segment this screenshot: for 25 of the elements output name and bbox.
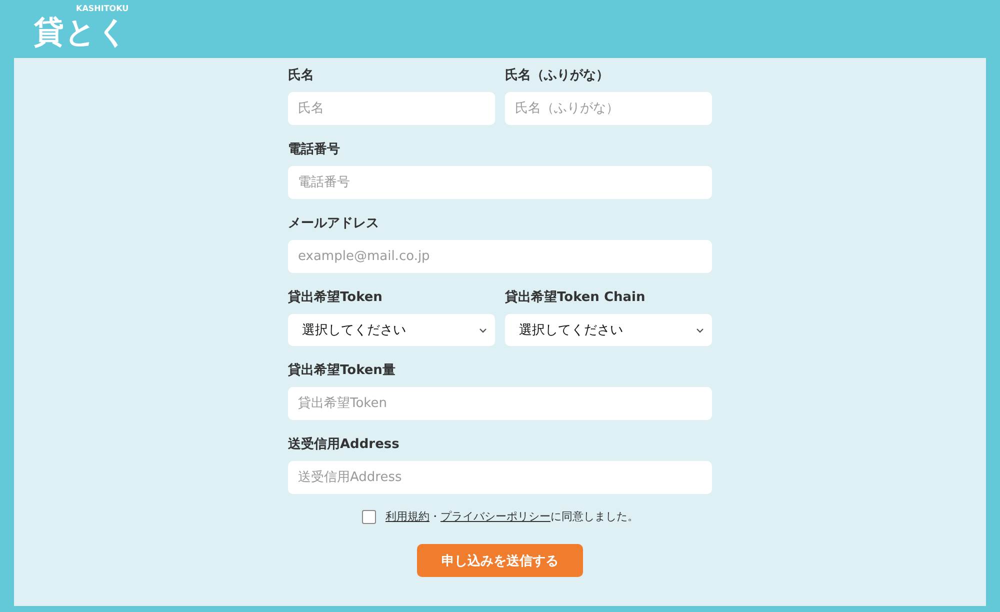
logo-subtitle: KASHITOKU [76,4,129,13]
field-label: 送受信用Address [288,436,400,453]
input-field[interactable]: 貸出希望Token [288,387,712,420]
field-label: 氏名（ふりがな） [505,66,610,84]
input-field[interactable]: 電話番号 [288,166,712,199]
select-dropdown[interactable]: 選択してください [505,314,712,346]
caret-icon [696,328,704,332]
privacy-link[interactable]: プライバシーポリシー [440,509,550,524]
input-field[interactable]: 送受信用Address [288,461,712,494]
input-field[interactable]: 氏名 [288,92,495,125]
input-field[interactable]: 氏名（ふりがな） [505,92,712,125]
separator-text: ・ [430,509,440,524]
field-label: 氏名 [288,66,315,84]
logo-mark: 貸とく [34,18,129,48]
terms-link[interactable]: 利用規約 [386,509,430,524]
input-field[interactable]: example@mail.co.jp [288,240,712,273]
select-dropdown[interactable]: 選択してください [288,314,495,346]
field-label: メールアドレス [288,215,380,232]
field-label: 貸出希望Token Chain [505,288,646,306]
field-label: 貸出希望Token量 [288,362,396,379]
field-label: 電話番号 [288,141,341,158]
agree-checkbox[interactable] [362,510,376,524]
agreement-text: に同意しました。 [550,509,638,524]
caret-icon [479,328,487,332]
field-label: 貸出希望Token [288,288,384,306]
